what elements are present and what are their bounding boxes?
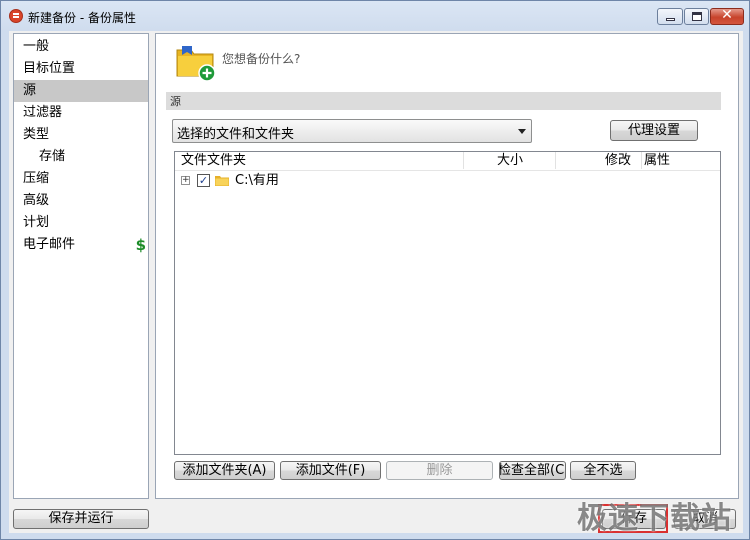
sidebar-item-storage[interactable]: 存储 [14, 146, 148, 168]
sidebar-item-schedule[interactable]: 计划 [14, 212, 148, 234]
source-type-value: 选择的文件和文件夹 [177, 127, 295, 142]
sidebar-item-type[interactable]: 类型 [14, 124, 148, 146]
sidebar-item-label: 一般 [23, 39, 50, 54]
delete-button[interactable]: 删除 [386, 461, 493, 480]
section-header: 源 [166, 92, 721, 110]
list-item[interactable]: + ✓ C:\有用 [179, 172, 479, 190]
close-icon: ✕ [721, 7, 733, 23]
dollar-icon: $ [135, 236, 146, 254]
column-header-modified[interactable]: 修改 [605, 152, 631, 170]
sidebar-item-destination[interactable]: 目标位置 [14, 58, 148, 80]
save-and-run-button[interactable]: 保存并运行 [13, 509, 149, 529]
list-header: 文件文件夹 大小 修改 属性 [175, 152, 720, 171]
sidebar-item-label: 存储 [39, 149, 66, 164]
expand-icon[interactable]: + [181, 176, 190, 185]
chevron-down-icon [518, 129, 526, 134]
sidebar-item-source[interactable]: 源 [14, 80, 148, 102]
sidebar-item-general[interactable]: 一般 [14, 36, 148, 58]
sidebar-item-label: 过滤器 [23, 105, 63, 120]
section-title: 源 [170, 95, 181, 108]
sidebar-item-label: 源 [23, 83, 37, 98]
sidebar-item-label: 电子邮件 [23, 237, 76, 252]
sidebar-item-advanced[interactable]: 高级 [14, 190, 148, 212]
file-list[interactable]: 文件文件夹 大小 修改 属性 + ✓ C:\有用 [174, 151, 721, 455]
title-bar[interactable]: 新建备份 - 备份属性 ✕ [1, 1, 749, 31]
sidebar-nav: 一般 目标位置 源 过滤器 类型 存储 压缩 高级 计划 电子邮件 $ [13, 33, 149, 499]
source-type-select[interactable]: 选择的文件和文件夹 [172, 119, 532, 143]
minimize-button[interactable] [657, 8, 683, 25]
watermark-text: 极速下载站 [577, 501, 732, 536]
sidebar-item-label: 压缩 [23, 171, 50, 186]
sidebar-item-email[interactable]: 电子邮件 $ [14, 234, 148, 256]
app-logo-icon [9, 9, 23, 23]
item-path: C:\有用 [235, 173, 279, 188]
column-divider [555, 152, 556, 169]
column-header-attributes[interactable]: 属性 [644, 152, 670, 170]
add-folder-icon [176, 46, 216, 82]
sidebar-item-label: 目标位置 [23, 61, 76, 76]
close-button[interactable]: ✕ [710, 7, 744, 25]
sidebar-item-compression[interactable]: 压缩 [14, 168, 148, 190]
sidebar-item-label: 类型 [23, 127, 50, 142]
check-all-button[interactable]: 检查全部(C [499, 461, 566, 480]
dialog-body: 一般 目标位置 源 过滤器 类型 存储 压缩 高级 计划 电子邮件 $ 您想备份… [9, 31, 743, 533]
sidebar-item-label: 计划 [23, 215, 50, 230]
uncheck-all-button[interactable]: 全不选 [570, 461, 636, 480]
item-checkbox[interactable]: ✓ [197, 174, 210, 187]
add-file-button[interactable]: 添加文件(F) [280, 461, 381, 480]
sidebar-item-filter[interactable]: 过滤器 [14, 102, 148, 124]
maximize-button[interactable] [684, 8, 709, 25]
source-panel: 您想备份什么? 源 选择的文件和文件夹 代理设置 文件文件夹 大小 修改 属性 [155, 33, 739, 499]
column-divider [641, 152, 642, 169]
sidebar-item-label: 高级 [23, 193, 50, 208]
backup-properties-window: 新建备份 - 备份属性 ✕ 一般 目标位置 源 过滤器 类型 存储 压缩 高级 … [0, 0, 750, 540]
source-question: 您想备份什么? [222, 52, 301, 66]
folder-icon [215, 176, 229, 186]
proxy-settings-button[interactable]: 代理设置 [610, 120, 698, 141]
window-title: 新建备份 - 备份属性 [28, 11, 136, 25]
column-divider [463, 152, 464, 169]
column-header-size[interactable]: 大小 [497, 152, 523, 170]
add-folder-button[interactable]: 添加文件夹(A) [174, 461, 275, 480]
column-header-name[interactable]: 文件文件夹 [181, 152, 246, 170]
